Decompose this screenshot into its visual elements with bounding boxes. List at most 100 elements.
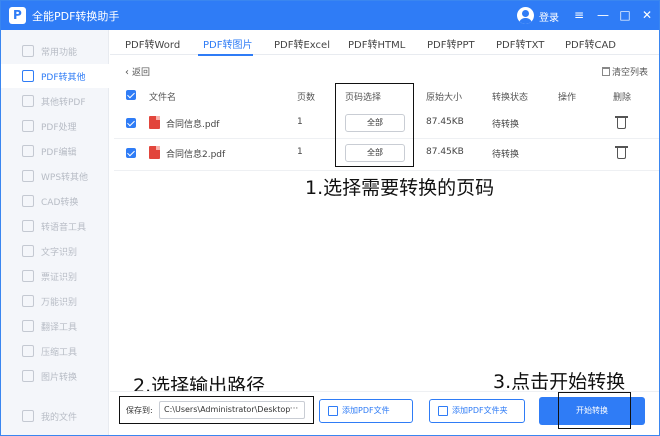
sidebar-item-pdf-edit[interactable]: PDF编辑 bbox=[1, 139, 109, 163]
col-header-name: 文件名 bbox=[149, 93, 177, 103]
tab-pdf-to-html[interactable]: PDF转HTML bbox=[348, 36, 405, 51]
sidebar-item-my-files[interactable]: 我的文件 bbox=[1, 404, 109, 428]
annotation-step3: 3.点击开始转换 bbox=[493, 371, 626, 393]
sidebar-item-label: PDF处理 bbox=[41, 123, 77, 133]
row-checkbox[interactable] bbox=[126, 148, 136, 158]
app-title: 全能PDF转换助手 bbox=[32, 10, 120, 23]
tab-pdf-to-image[interactable]: PDF转图片 bbox=[203, 36, 252, 51]
page-count: 1 bbox=[297, 117, 303, 127]
sidebar-item-label: CAD转换 bbox=[41, 198, 79, 208]
sidebar-item-pdf-to-other[interactable]: PDF转其他 bbox=[1, 64, 109, 88]
delete-icon[interactable] bbox=[615, 146, 628, 159]
app-logo-icon: P bbox=[9, 7, 26, 24]
minimize-button[interactable]: — bbox=[593, 5, 613, 25]
delete-icon[interactable] bbox=[615, 116, 628, 129]
pdf-edit-icon bbox=[22, 145, 34, 157]
tab-pdf-to-txt[interactable]: PDF转TXT bbox=[496, 36, 544, 51]
save-path-input[interactable]: C:\Users\Administrator\Desktop bbox=[159, 401, 305, 419]
tab-pdf-to-word[interactable]: PDF转Word bbox=[125, 36, 180, 51]
sidebar-item-label: 其他转PDF bbox=[41, 98, 86, 108]
pdf-file-icon bbox=[149, 116, 160, 129]
trash-icon bbox=[602, 67, 610, 76]
sidebar-item-cad[interactable]: CAD转换 bbox=[1, 189, 109, 213]
pdf-process-icon bbox=[22, 120, 34, 132]
star-icon bbox=[22, 45, 34, 57]
folder-icon bbox=[22, 410, 34, 422]
pdf-import-icon bbox=[22, 95, 34, 107]
annotation-box-page-select bbox=[335, 83, 414, 167]
back-link[interactable]: ‹ 返回 bbox=[125, 65, 150, 78]
add-pdf-file-button[interactable]: 添加PDF文件 bbox=[319, 399, 413, 423]
maximize-button[interactable]: □ bbox=[615, 5, 635, 25]
sidebar-item-compress[interactable]: 压缩工具 bbox=[1, 339, 109, 363]
translate-icon bbox=[22, 320, 34, 332]
sidebar-item-label: 图片转换 bbox=[41, 373, 78, 383]
sidebar-item-label: 文字识别 bbox=[41, 248, 78, 258]
col-header-action: 操作 bbox=[558, 93, 577, 103]
convert-status: 待转换 bbox=[492, 120, 520, 130]
compress-icon bbox=[22, 345, 34, 357]
pdf-file-icon bbox=[149, 146, 160, 159]
sidebar-item-label: 常用功能 bbox=[41, 48, 78, 58]
sidebar-item-pdf-process[interactable]: PDF处理 bbox=[1, 114, 109, 138]
active-tab-indicator bbox=[198, 54, 253, 56]
sidebar-item-common[interactable]: 常用功能 bbox=[1, 39, 109, 63]
sidebar-item-label: 票证识别 bbox=[41, 273, 78, 283]
tab-pdf-to-excel[interactable]: PDF转Excel bbox=[274, 36, 330, 51]
sidebar-item-label: 我的文件 bbox=[41, 413, 78, 423]
sidebar-item-label: PDF编辑 bbox=[41, 148, 77, 158]
sidebar-item-ticket[interactable]: 票证识别 bbox=[1, 264, 109, 288]
chevron-left-icon: ‹ bbox=[125, 67, 129, 78]
app-window: P 全能PDF转换助手 登录 ≡ — □ ✕ 常用功能 PDF转其他 其他转PD… bbox=[0, 0, 660, 436]
file-size: 87.45KB bbox=[426, 147, 464, 157]
sidebar-item-label: 万能识别 bbox=[41, 298, 78, 308]
scan-icon bbox=[22, 295, 34, 307]
col-header-size: 原始大小 bbox=[426, 93, 463, 103]
ocr-icon bbox=[22, 245, 34, 257]
col-header-pages: 页数 bbox=[297, 93, 316, 103]
image-icon bbox=[22, 370, 34, 382]
convert-status: 待转换 bbox=[492, 150, 520, 160]
wps-icon bbox=[22, 170, 34, 182]
sidebar-item-label: PDF转其他 bbox=[41, 73, 86, 83]
login-link[interactable]: 登录 bbox=[539, 9, 559, 24]
sidebar-item-label: 转语音工具 bbox=[41, 223, 87, 233]
clear-list-label: 清空列表 bbox=[612, 68, 649, 78]
sidebar-item-ocr[interactable]: 文字识别 bbox=[1, 239, 109, 263]
back-label: 返回 bbox=[132, 68, 151, 78]
annotation-step1: 1.选择需要转换的页码 bbox=[305, 177, 495, 199]
sidebar-item-image[interactable]: 图片转换 bbox=[1, 364, 109, 388]
sidebar-item-label: WPS转其他 bbox=[41, 173, 89, 183]
tab-pdf-to-cad[interactable]: PDF转CAD bbox=[565, 36, 616, 51]
ticket-icon bbox=[22, 270, 34, 282]
row-checkbox[interactable] bbox=[126, 118, 136, 128]
file-name: 合同信息.pdf bbox=[166, 120, 220, 130]
add-file-icon bbox=[328, 406, 338, 416]
select-all-checkbox[interactable] bbox=[126, 90, 136, 100]
file-name: 合同信息2.pdf bbox=[166, 150, 226, 160]
sidebar-item-wps[interactable]: WPS转其他 bbox=[1, 164, 109, 188]
browse-button[interactable]: ··· bbox=[286, 402, 302, 418]
sidebar-item-audio[interactable]: 转语音工具 bbox=[1, 214, 109, 238]
user-avatar-icon[interactable] bbox=[517, 7, 534, 24]
close-button[interactable]: ✕ bbox=[637, 5, 657, 25]
clear-list-button[interactable]: 清空列表 bbox=[602, 65, 648, 78]
file-size: 87.45KB bbox=[426, 117, 464, 127]
menu-icon[interactable]: ≡ bbox=[569, 5, 589, 25]
add-pdf-folder-label: 添加PDF文件夹 bbox=[452, 406, 508, 415]
sidebar-item-scan[interactable]: 万能识别 bbox=[1, 289, 109, 313]
add-pdf-file-label: 添加PDF文件 bbox=[342, 406, 390, 415]
pdf-export-icon bbox=[22, 70, 34, 82]
add-pdf-folder-button[interactable]: 添加PDF文件夹 bbox=[429, 399, 525, 423]
save-to-label: 保存到: bbox=[126, 406, 153, 415]
conversion-tabs: PDF转Word PDF转图片 PDF转Excel PDF转HTML PDF转P… bbox=[110, 30, 659, 55]
col-header-delete: 删除 bbox=[613, 93, 632, 103]
tab-pdf-to-ppt[interactable]: PDF转PPT bbox=[427, 36, 475, 51]
sidebar-item-other-to-pdf[interactable]: 其他转PDF bbox=[1, 89, 109, 113]
annotation-box-start bbox=[558, 392, 631, 429]
sidebar-item-label: 翻译工具 bbox=[41, 323, 78, 333]
title-bar: P 全能PDF转换助手 登录 ≡ — □ ✕ bbox=[1, 1, 659, 30]
sidebar-item-translate[interactable]: 翻译工具 bbox=[1, 314, 109, 338]
add-folder-icon bbox=[438, 406, 448, 416]
sidebar: 常用功能 PDF转其他 其他转PDF PDF处理 PDF编辑 WPS转其他 CA… bbox=[1, 30, 109, 435]
